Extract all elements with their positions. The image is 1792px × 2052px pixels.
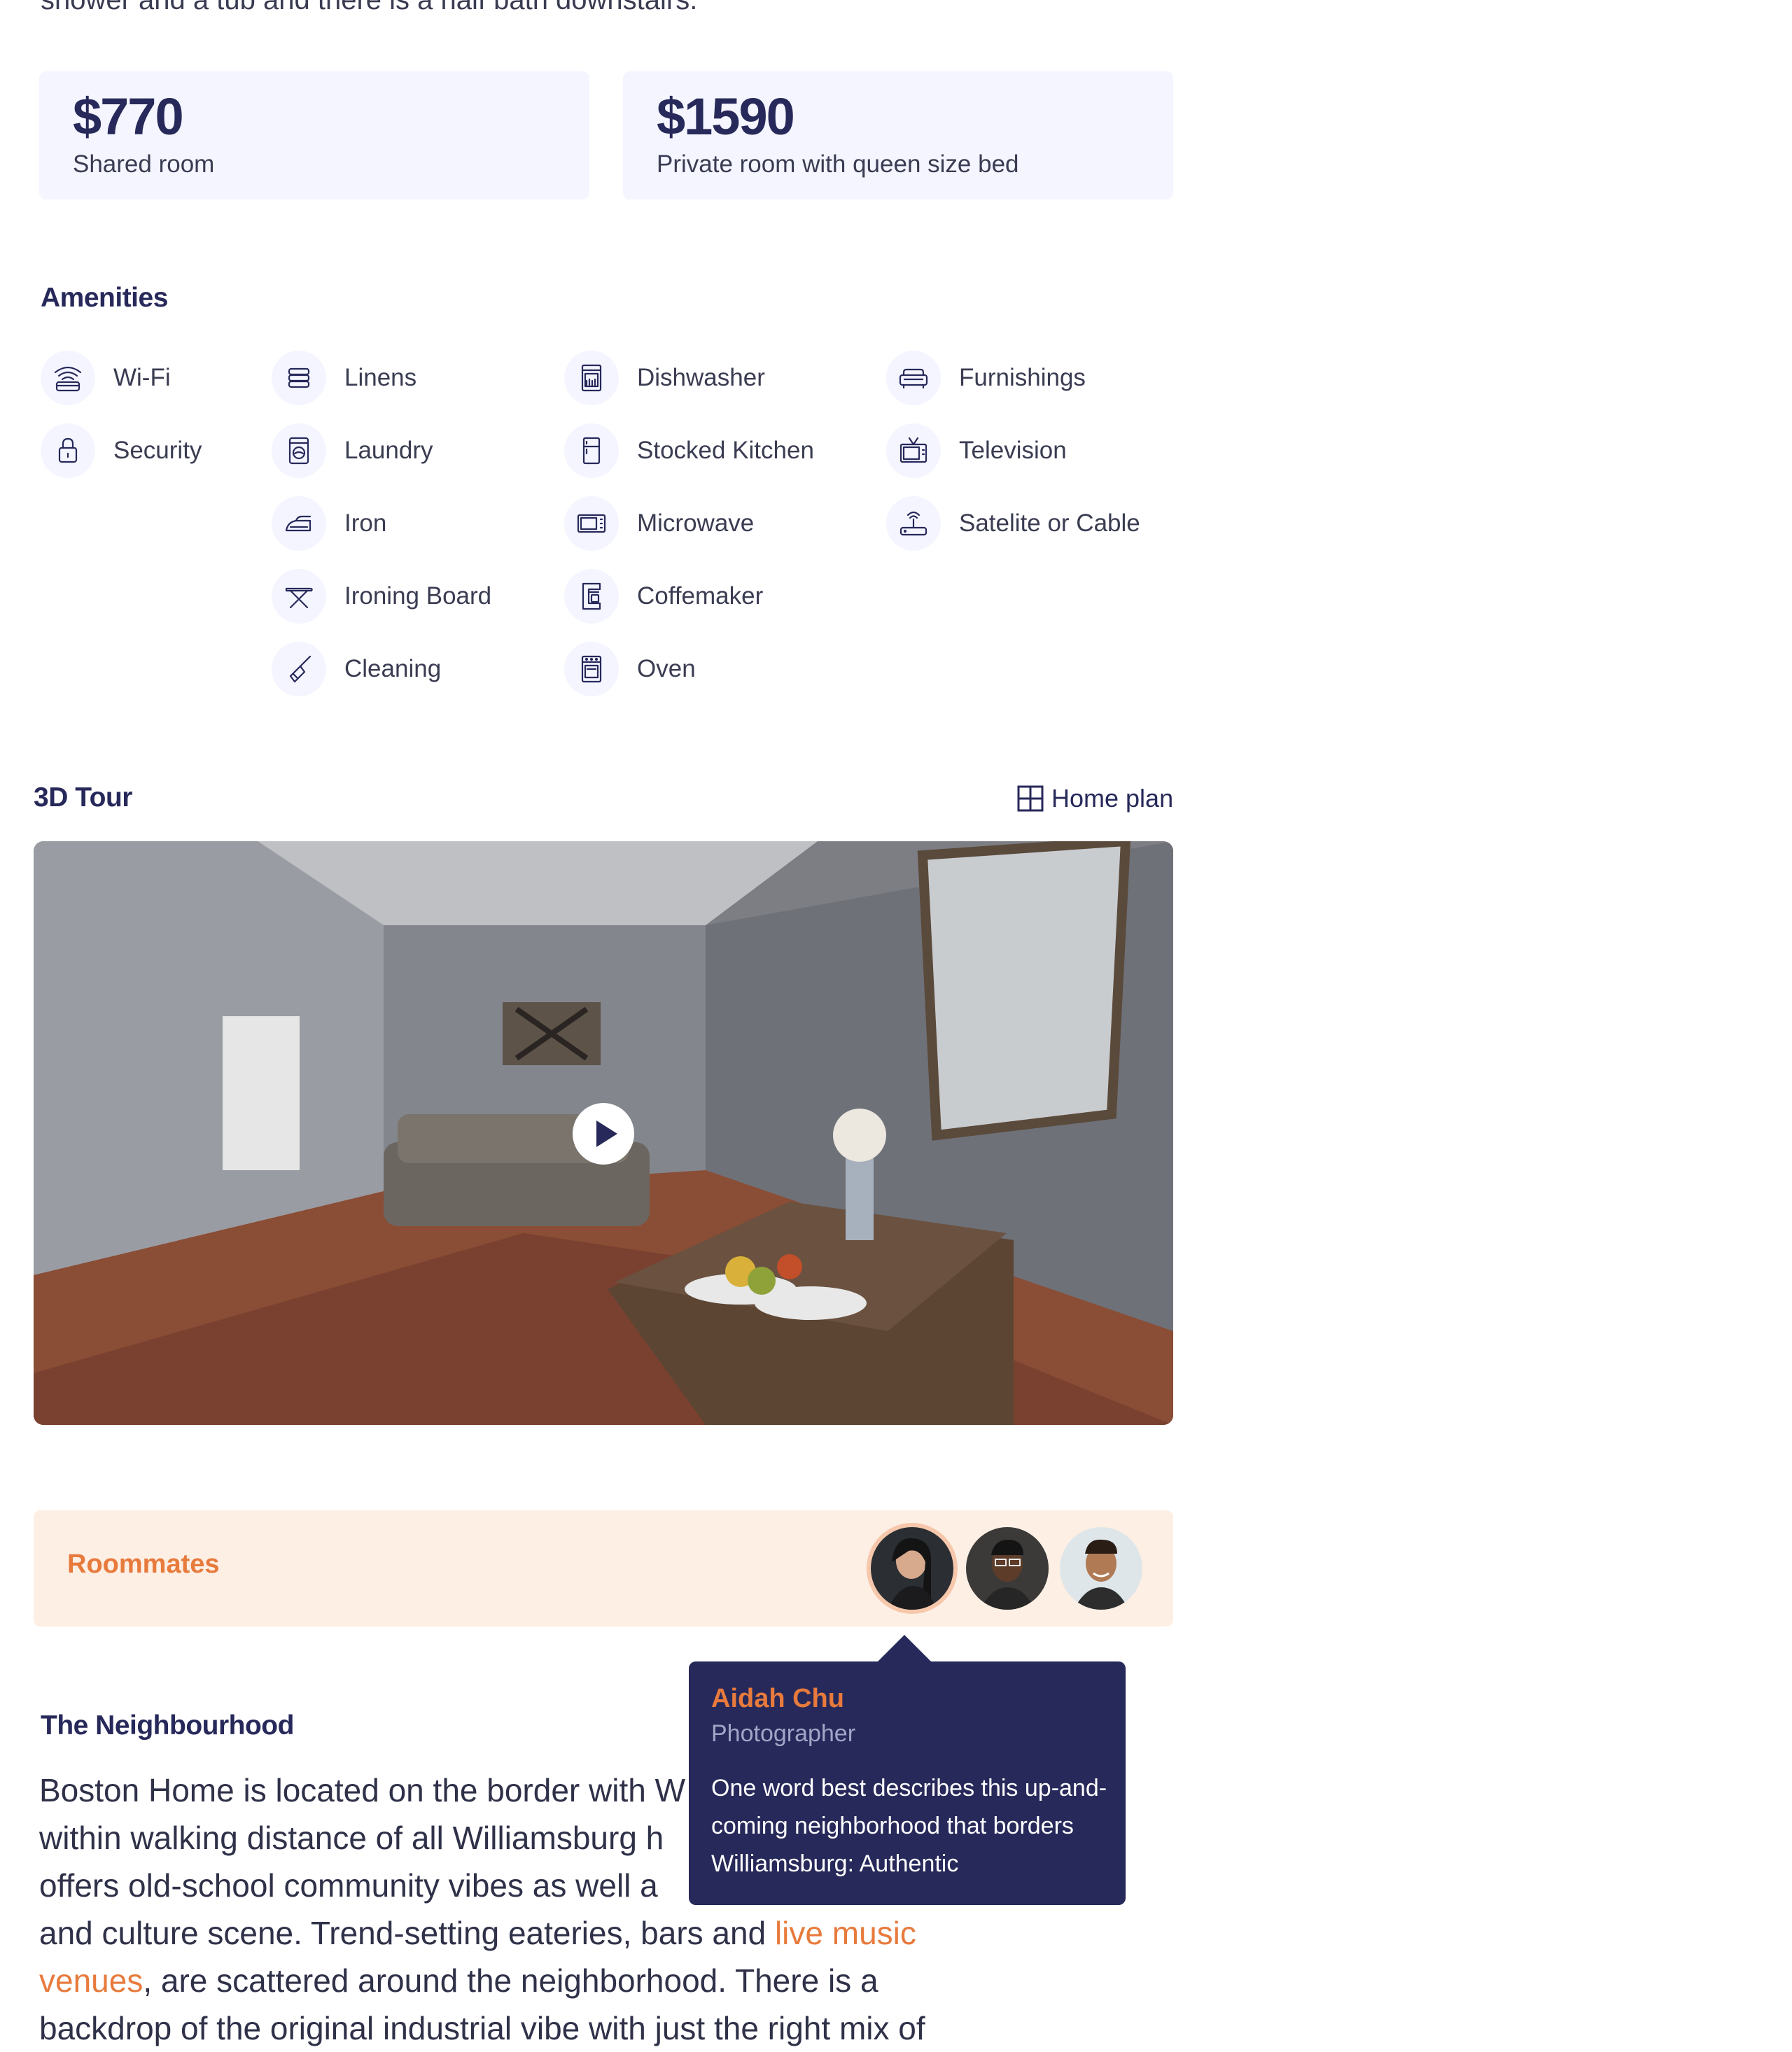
amenity-ironing-board: Ironing Board bbox=[272, 568, 491, 624]
description-tail: shower and a tub and there is a half bat… bbox=[41, 0, 698, 15]
amenity-label: Dishwasher bbox=[637, 364, 765, 391]
roommate-quote: One word best describes this up-and-comi… bbox=[711, 1775, 1107, 1877]
wifi-icon bbox=[41, 351, 95, 405]
roommate-name: Aidah Chu bbox=[711, 1684, 844, 1713]
lock-icon bbox=[41, 423, 95, 478]
sofa-icon bbox=[886, 351, 941, 405]
amenity-wifi: Wi-Fi bbox=[41, 350, 202, 406]
amenity-label: Satelite or Cable bbox=[959, 510, 1140, 537]
amenity-label: Television bbox=[959, 437, 1067, 464]
roommates-bar: Roommates bbox=[34, 1510, 1173, 1626]
amenity-coffeemaker: Coffemaker bbox=[564, 568, 814, 624]
amenities-column-2: Linens Laundry Iron Ironing Board Cleani… bbox=[272, 350, 491, 697]
text-segment: and culture scene. Trend-setting eaterie… bbox=[39, 1915, 775, 1951]
amenity-microwave: Microwave bbox=[564, 496, 814, 551]
price-description: Shared room bbox=[73, 150, 215, 178]
broom-icon bbox=[272, 642, 326, 696]
amenity-label: Oven bbox=[637, 655, 696, 682]
amenity-label: Linens bbox=[344, 364, 417, 391]
fridge-icon bbox=[564, 423, 619, 478]
price-card-shared: $770 Shared room bbox=[39, 71, 589, 199]
amenity-satellite-cable: Satelite or Cable bbox=[886, 496, 1140, 551]
roommates-title: Roommates bbox=[67, 1549, 220, 1579]
amenity-furnishings: Furnishings bbox=[886, 350, 1140, 406]
linens-icon bbox=[272, 351, 326, 405]
amenities-column-4: Furnishings Television Satelite or Cable bbox=[886, 350, 1140, 551]
grid-icon bbox=[1016, 785, 1044, 813]
dishwasher-icon bbox=[564, 351, 619, 405]
roommate-tooltip: Aidah Chu Photographer One word best des… bbox=[689, 1635, 1126, 1905]
tour-viewer[interactable] bbox=[34, 841, 1173, 1425]
amenities-column-1: Wi-Fi Security bbox=[41, 350, 202, 479]
amenity-label: Stocked Kitchen bbox=[637, 437, 814, 464]
amenity-label: Furnishings bbox=[959, 364, 1086, 391]
avatar-roommate-2[interactable] bbox=[966, 1527, 1049, 1610]
home-plan-link[interactable]: Home plan bbox=[1016, 784, 1173, 813]
amenity-label: Iron bbox=[344, 510, 387, 537]
amenity-label: Laundry bbox=[344, 437, 433, 464]
price-description: Private room with queen size bed bbox=[657, 150, 1019, 178]
microwave-icon bbox=[564, 496, 619, 551]
amenity-label: Microwave bbox=[637, 510, 755, 537]
avatar-aidah[interactable] bbox=[871, 1527, 953, 1610]
oven-icon bbox=[564, 642, 619, 696]
amenity-label: Ironing Board bbox=[344, 582, 492, 610]
home-plan-label: Home plan bbox=[1051, 784, 1174, 813]
amenity-label: Cleaning bbox=[344, 655, 442, 682]
washing-machine-icon bbox=[272, 423, 326, 478]
coffeemaker-icon bbox=[564, 569, 619, 624]
amenity-oven: Oven bbox=[564, 641, 814, 697]
amenity-dishwasher: Dishwasher bbox=[564, 350, 814, 406]
text-segment: , are scattered around the neighborhood.… bbox=[143, 1962, 878, 1999]
price-card-private: $1590 Private room with queen size bed bbox=[623, 71, 1173, 199]
amenities-column-3: Dishwasher Stocked Kitchen Microwave Cof… bbox=[564, 350, 814, 697]
amenity-linens: Linens bbox=[272, 350, 491, 406]
iron-icon bbox=[272, 496, 326, 551]
amenity-security: Security bbox=[41, 423, 202, 479]
router-icon bbox=[886, 496, 941, 551]
neighbourhood-title: The Neighbourhood bbox=[41, 1710, 294, 1741]
text-line: and culture scene. Trend-setting eaterie… bbox=[39, 1909, 1005, 2004]
play-button[interactable] bbox=[573, 1103, 634, 1165]
tour-title: 3D Tour bbox=[34, 782, 132, 813]
price-amount: $770 bbox=[73, 87, 184, 146]
amenity-label: Security bbox=[113, 437, 202, 464]
amenity-laundry: Laundry bbox=[272, 423, 491, 479]
amenity-label: Wi-Fi bbox=[113, 364, 171, 391]
text-line: backdrop of the original industrial vibe… bbox=[39, 2010, 925, 2046]
amenity-television: Television bbox=[886, 423, 1140, 479]
amenity-label: Coffemaker bbox=[637, 582, 764, 610]
amenity-stocked-kitchen: Stocked Kitchen bbox=[564, 423, 814, 479]
amenity-cleaning: Cleaning bbox=[272, 641, 491, 697]
ironing-board-icon bbox=[272, 569, 326, 624]
tv-icon bbox=[886, 423, 941, 478]
roommate-role: Photographer bbox=[711, 1720, 856, 1747]
price-amount: $1590 bbox=[657, 87, 795, 146]
amenity-iron: Iron bbox=[272, 496, 491, 551]
avatar-roommate-3[interactable] bbox=[1060, 1527, 1142, 1610]
amenities-title: Amenities bbox=[41, 283, 168, 313]
